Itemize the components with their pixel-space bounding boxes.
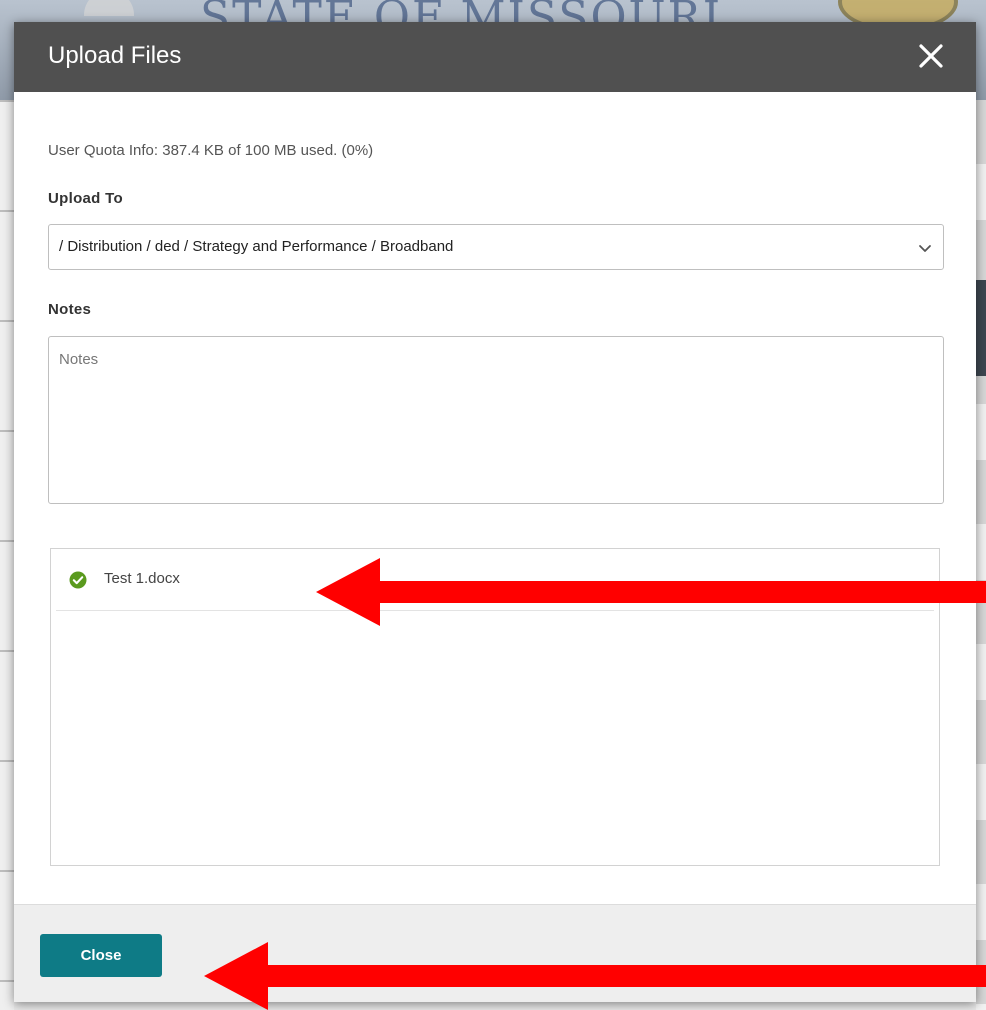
check-circle-icon	[69, 571, 87, 589]
close-button[interactable]: Close	[40, 934, 162, 977]
page: STATE OF MISSOURI Upload Files User Quot…	[0, 0, 986, 1010]
upload-files-modal: Upload Files User Quota Info: 387.4 KB o…	[14, 22, 976, 1002]
capitol-image	[84, 0, 134, 16]
background-right-edge	[976, 100, 986, 1010]
upload-to-selected-value: / Distribution / ded / Strategy and Perf…	[59, 238, 454, 255]
notes-textarea[interactable]	[48, 336, 944, 504]
modal-title: Upload Files	[48, 42, 182, 69]
chevron-down-icon	[919, 245, 931, 252]
upload-to-label: Upload To	[48, 190, 123, 207]
background-left-edge	[0, 100, 14, 1010]
file-list-item[interactable]: Test 1.docx	[56, 549, 934, 611]
upload-to-select[interactable]: / Distribution / ded / Strategy and Perf…	[48, 224, 944, 270]
uploaded-file-list: Test 1.docx	[50, 548, 940, 866]
modal-header: Upload Files	[14, 22, 976, 92]
background-dark-block	[976, 280, 986, 376]
user-quota-info: User Quota Info: 387.4 KB of 100 MB used…	[48, 142, 374, 159]
close-x-icon[interactable]	[914, 39, 948, 73]
notes-label: Notes	[48, 301, 92, 318]
file-name: Test 1.docx	[104, 570, 180, 587]
modal-footer: Close	[14, 904, 976, 1002]
